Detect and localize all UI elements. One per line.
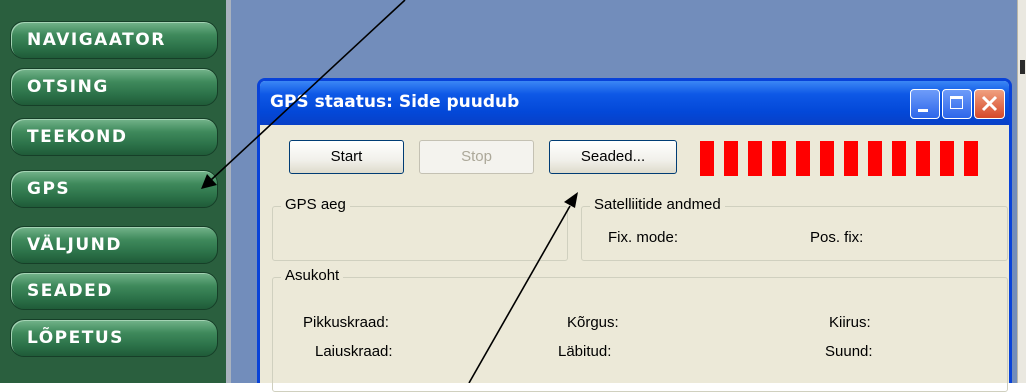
signal-bar — [916, 141, 930, 176]
gps-time-label: GPS aeg — [281, 196, 350, 213]
heading-label: Suund: — [825, 343, 873, 360]
signal-bar — [892, 141, 906, 176]
minimize-icon — [918, 109, 928, 112]
signal-bar — [820, 141, 834, 176]
window-edge-strip — [1017, 0, 1026, 383]
location-label: Asukoht — [281, 267, 344, 284]
signal-bar — [700, 141, 714, 176]
longitude-label: Pikkuskraad: — [303, 314, 389, 331]
signal-bar — [964, 141, 978, 176]
signal-bar — [940, 141, 954, 176]
fix-mode-label: Fix. mode: — [608, 229, 679, 246]
signal-bar — [724, 141, 738, 176]
title-bar[interactable]: GPS staatus: Side puudub — [260, 81, 1009, 125]
traveled-label: Läbitud: — [558, 343, 612, 360]
signal-bar — [772, 141, 786, 176]
pos-fix-label: Pos. fix: — [810, 229, 864, 246]
location-group: Asukoht Pikkuskraad: Laiuskraad: Kõrgus:… — [272, 267, 1008, 392]
signal-bar — [796, 141, 810, 176]
nav-button-navigaator[interactable]: NAVIGAATOR — [10, 21, 218, 59]
settings-button[interactable]: Seaded... — [549, 140, 677, 174]
gps-time-group: GPS aeg — [272, 196, 568, 261]
close-button[interactable] — [974, 89, 1005, 119]
satellite-data-label: Satelliitide andmed — [590, 196, 725, 213]
signal-strength-indicator — [700, 141, 986, 176]
nav-button-otsing[interactable]: OTSING — [10, 68, 218, 106]
signal-bar — [868, 141, 882, 176]
satellite-data-group: Satelliitide andmed Fix. mode: Pos. fix: — [581, 196, 1008, 261]
nav-button-gps[interactable]: GPS — [10, 170, 218, 208]
minimize-button[interactable] — [910, 89, 940, 119]
altitude-label: Kõrgus: — [567, 314, 619, 331]
start-button[interactable]: Start — [289, 140, 404, 174]
dialog-title: GPS staatus: Side puudub — [270, 92, 520, 112]
gps-status-dialog: GPS staatus: Side puudub Start Stop Sead… — [257, 78, 1012, 392]
maximize-icon — [950, 96, 963, 109]
navigation-panel: NAVIGAATOR OTSING TEEKOND GPS VÄLJUND SE… — [0, 0, 226, 383]
nav-button-teekond[interactable]: TEEKOND — [10, 118, 218, 156]
nav-button-lopetus[interactable]: LÕPETUS — [10, 319, 218, 357]
signal-bar — [748, 141, 762, 176]
nav-button-valjund[interactable]: VÄLJUND — [10, 226, 218, 264]
close-icon — [981, 95, 998, 112]
latitude-label: Laiuskraad: — [315, 343, 393, 360]
signal-bar — [844, 141, 858, 176]
nav-button-seaded[interactable]: SEADED — [10, 272, 218, 310]
stop-button: Stop — [419, 140, 534, 174]
speed-label: Kiirus: — [829, 314, 871, 331]
maximize-button[interactable] — [942, 89, 972, 119]
scrollbar-edge-marker — [1020, 60, 1025, 74]
